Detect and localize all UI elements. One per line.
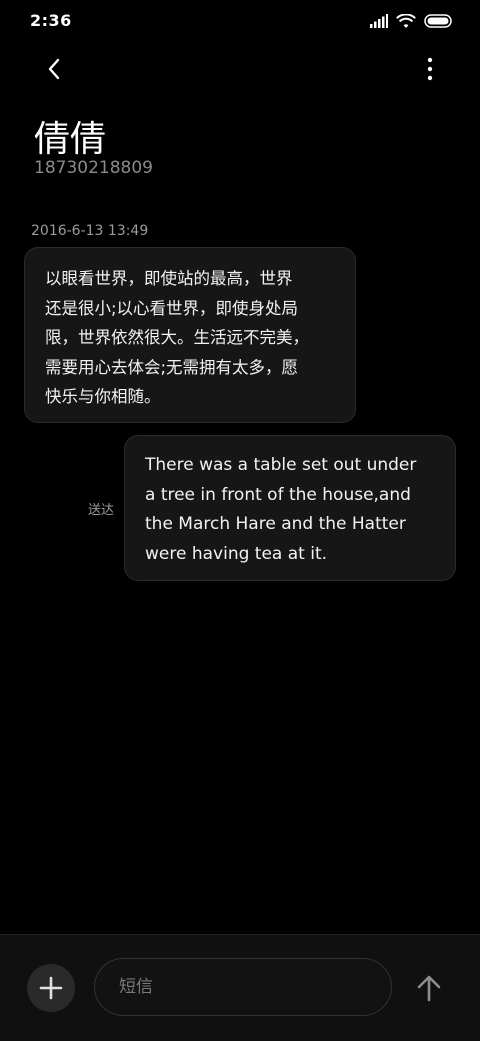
message-timestamp: 2016-6-13 13:49 (31, 223, 149, 239)
chevron-left-icon (48, 58, 60, 80)
back-button[interactable] (40, 54, 70, 84)
message-line: a tree in front of the house,and (145, 484, 411, 505)
message-line: 快乐与你相随。 (45, 387, 161, 406)
more-vertical-icon (427, 57, 433, 81)
incoming-message-bubble[interactable]: 以眼看世界，即使站的最高，世界 还是很小;以心看世界，即使身处局 限，世界依然很… (24, 247, 356, 423)
delivery-status: 送达 (88, 503, 115, 518)
message-line: 限，世界依然很大。生活远不完美， (45, 328, 309, 347)
contact-number: 18730218809 (34, 158, 153, 178)
battery-icon (424, 14, 452, 28)
message-line: the March Hare and the Hatter (145, 514, 406, 534)
outgoing-message-bubble[interactable]: There was a table set out under a tree i… (124, 435, 456, 581)
message-line: 还是很小;以心看世界，即使身处局 (45, 298, 299, 318)
composer-bar (0, 934, 480, 1041)
status-icons (370, 12, 452, 30)
message-input[interactable] (94, 958, 392, 1016)
contact-name: 倩倩 (34, 119, 107, 160)
status-bar: 2:36 (0, 0, 480, 44)
message-line: were having tea at it. (145, 543, 328, 564)
message-line: There was a table set out under (145, 455, 417, 475)
arrow-up-icon (417, 975, 441, 1002)
wifi-icon (396, 13, 416, 28)
signal-icon (370, 14, 388, 28)
message-line: 需要用心去体会;无需拥有太多，愿 (45, 357, 299, 377)
status-time: 2:36 (30, 11, 72, 30)
plus-icon (39, 976, 63, 1000)
add-attachment-button[interactable] (27, 964, 75, 1012)
send-button[interactable] (414, 973, 444, 1003)
message-line: 以眼看世界，即使站的最高，世界 (45, 269, 293, 288)
more-options-button[interactable] (420, 54, 440, 84)
